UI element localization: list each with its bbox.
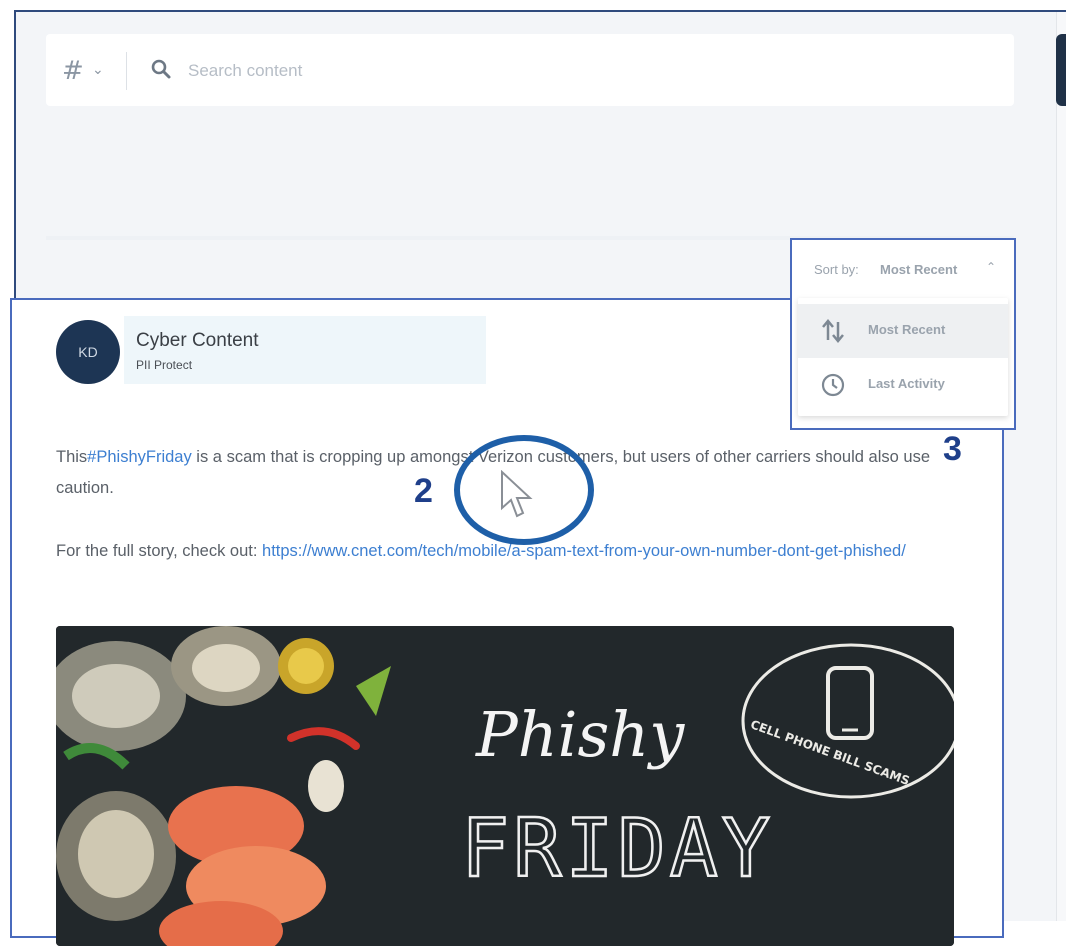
primary-action-button[interactable]: [1056, 34, 1066, 106]
hashtag-filter-icon[interactable]: #: [62, 56, 84, 86]
search-bar: # ⌄: [46, 34, 1014, 106]
sort-dropdown: Sort by: Most Recent ⌃ Most Recent Last …: [790, 238, 1016, 430]
banner-script-title: Phishy: [475, 698, 685, 771]
sort-menu: Most Recent Last Activity: [798, 298, 1008, 416]
chevron-up-icon[interactable]: ⌃: [986, 260, 996, 274]
article-link[interactable]: https://www.cnet.com/tech/mobile/a-spam-…: [262, 542, 906, 560]
sort-label: Sort by:: [814, 262, 859, 277]
author-name[interactable]: Cyber Content: [136, 330, 259, 352]
search-icon: [151, 59, 171, 79]
hashtag-link[interactable]: #PhishyFriday: [87, 448, 192, 466]
mouse-cursor-icon: [501, 470, 533, 518]
link-intro: For the full story, check out:: [56, 542, 263, 560]
sort-arrows-icon: [822, 319, 844, 343]
chevron-down-icon[interactable]: ⌄: [92, 62, 104, 78]
avatar[interactable]: KD: [56, 320, 120, 384]
sort-option-last-activity[interactable]: Last Activity: [798, 358, 1008, 412]
clock-icon: [821, 373, 845, 397]
sort-option-label: Most Recent: [868, 322, 946, 337]
author-subtitle: PII Protect: [136, 358, 193, 372]
post-image[interactable]: Phishy FRIDAY CELL PHONE BILL SCAMS: [56, 626, 954, 946]
post-text-prefix: This: [56, 448, 88, 466]
banner-block-title: FRIDAY: [461, 802, 774, 895]
right-panel: [1056, 12, 1066, 921]
search-input[interactable]: [186, 56, 690, 86]
sort-current-value[interactable]: Most Recent: [880, 262, 957, 277]
sort-option-most-recent[interactable]: Most Recent: [798, 304, 1008, 358]
annotation-marker-3: 3: [943, 430, 962, 468]
sort-option-label: Last Activity: [868, 376, 945, 391]
annotation-marker-2: 2: [414, 472, 433, 510]
divider: [126, 52, 127, 90]
